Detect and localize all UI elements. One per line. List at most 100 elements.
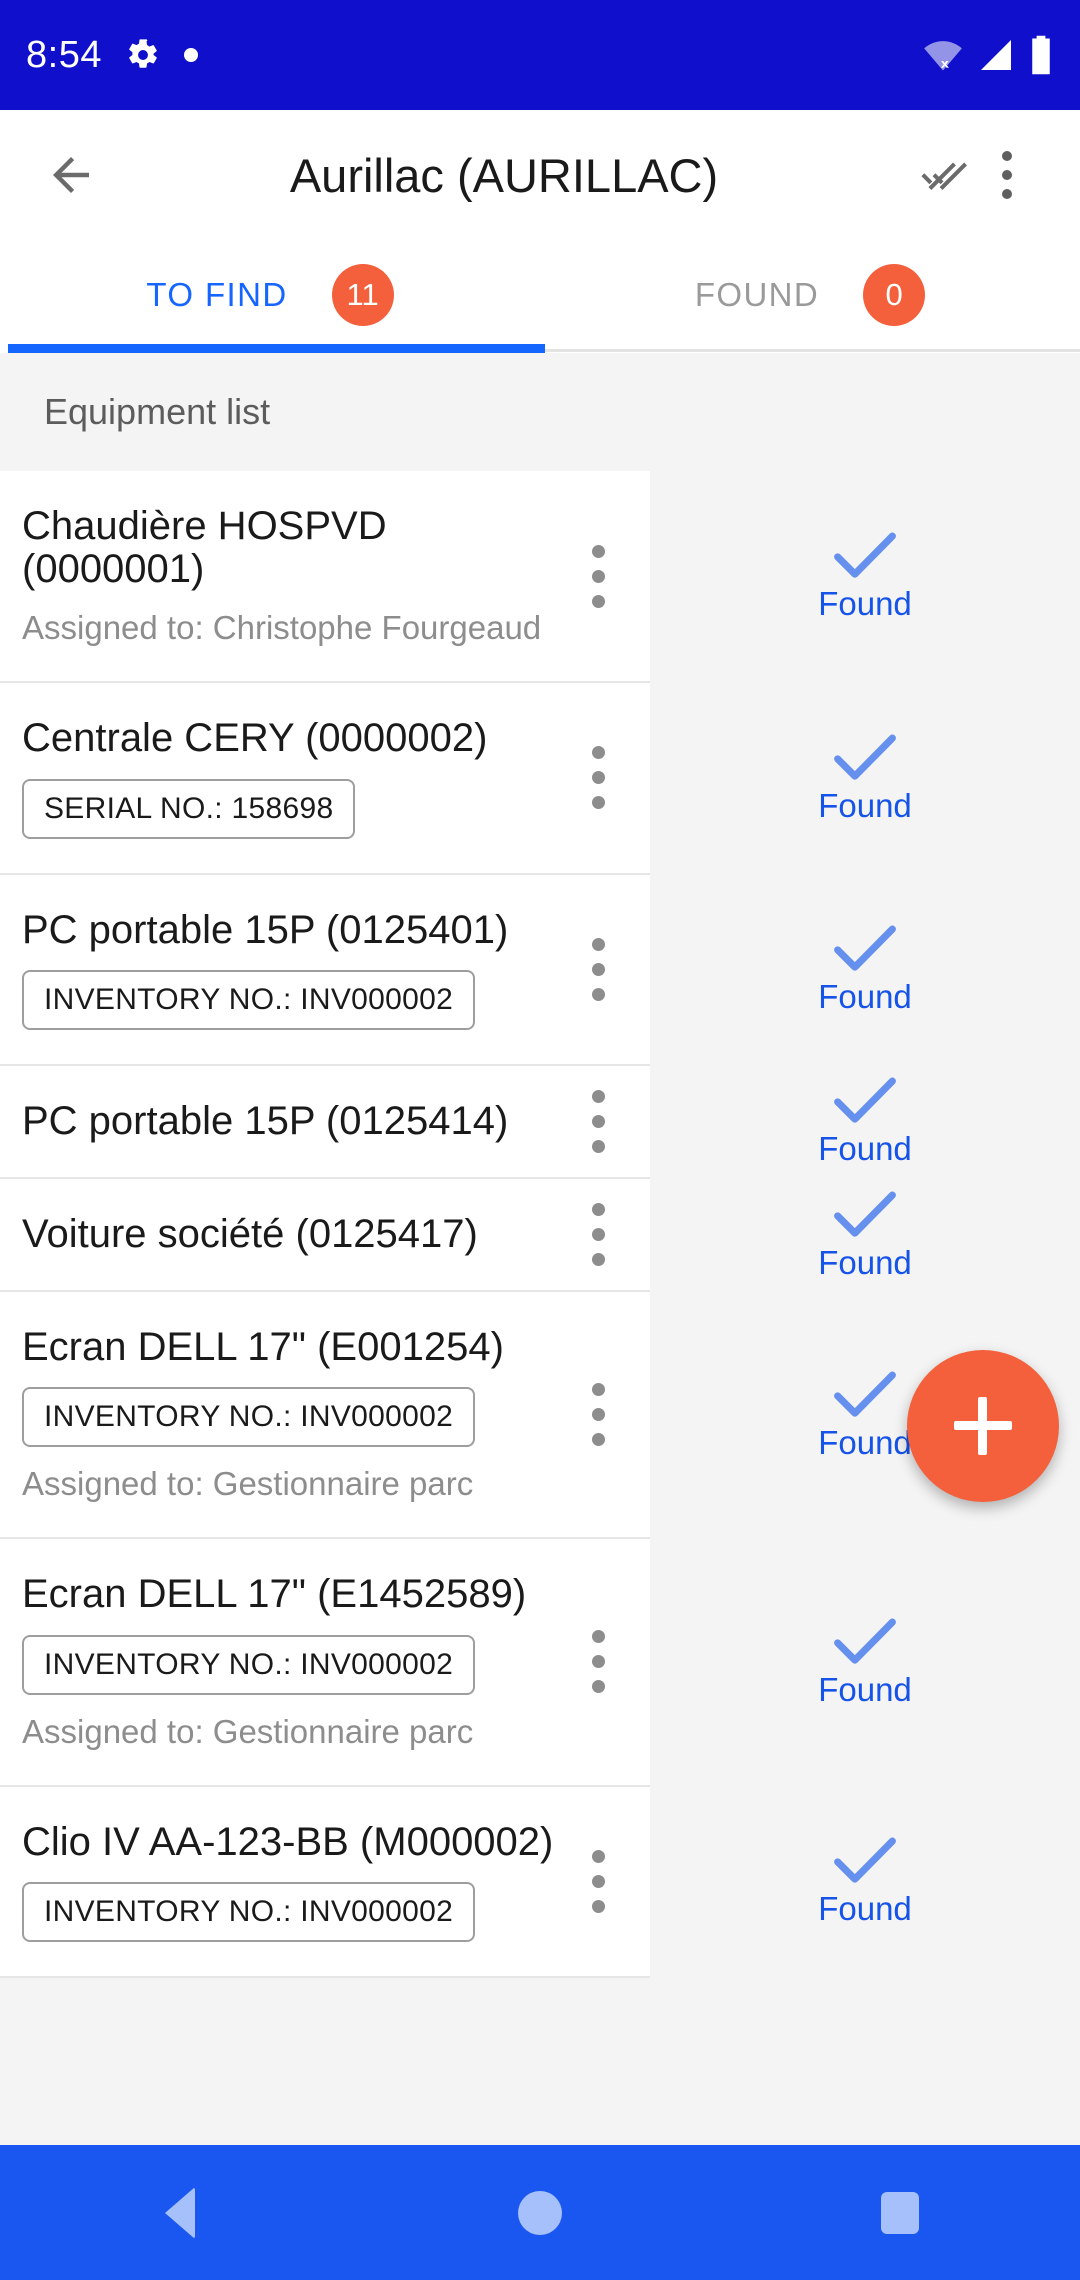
equipment-card[interactable]: Voiture société (0125417): [0, 1178, 650, 1293]
equipment-card-body: Ecran DELL 17" (E001254) INVENTORY NO.: I…: [22, 1292, 568, 1537]
equipment-card-body: Chaudière HOSPVD (0000001) Assigned to: C…: [22, 471, 568, 681]
mark-found-button[interactable]: Found: [650, 683, 1080, 875]
kebab-dot: [591, 1228, 605, 1242]
add-button[interactable]: [907, 1350, 1059, 1502]
kebab-dot: [591, 962, 605, 976]
check-icon: [832, 1188, 898, 1240]
equipment-card[interactable]: PC portable 15P (0125401) INVENTORY NO.: …: [0, 874, 650, 1066]
kebab-dot: [591, 937, 605, 951]
back-triangle-icon: [165, 2186, 195, 2239]
equipment-card[interactable]: Clio IV AA-123-BB (M000002) INVENTORY NO.…: [0, 1786, 650, 1978]
kebab-dot: [591, 544, 605, 558]
equipment-assigned-to: Assigned to: Gestionnaire parc: [22, 1465, 474, 1503]
status-bar-left: 8:54: [26, 34, 198, 77]
kebab-dots: [1002, 151, 1012, 199]
kebab-dot: [1002, 189, 1012, 199]
kebab-dot: [591, 1408, 605, 1422]
nav-recents-button[interactable]: [820, 2145, 980, 2280]
equipment-more-vertical-icon[interactable]: [568, 746, 628, 810]
table-row[interactable]: Ecran DELL 17" (E1452589) INVENTORY NO.: …: [0, 1539, 1080, 1787]
found-label: Found: [818, 1130, 912, 1168]
equipment-card-body: PC portable 15P (0125401) INVENTORY NO.: …: [22, 875, 568, 1064]
mark-found-button[interactable]: Found: [650, 1539, 1080, 1787]
check-icon: [832, 529, 898, 581]
found-label: Found: [818, 1890, 912, 1928]
equipment-card-body: Voiture société (0125417): [22, 1179, 568, 1290]
equipment-card-body: PC portable 15P (0125414): [22, 1066, 568, 1177]
found-label: Found: [818, 786, 912, 824]
check-icon: [832, 1368, 898, 1420]
equipment-more-vertical-icon[interactable]: [568, 1849, 628, 1913]
equipment-card[interactable]: Centrale CERY (0000002) SERIAL NO.: 15869…: [0, 683, 650, 875]
kebab-dot: [591, 1849, 605, 1863]
tab-found[interactable]: FOUND 0: [540, 240, 1080, 350]
equipment-card-body: Clio IV AA-123-BB (M000002) INVENTORY NO.…: [22, 1787, 568, 1976]
table-row[interactable]: Chaudière HOSPVD (0000001) Assigned to: C…: [0, 471, 1080, 684]
equipment-card[interactable]: Ecran DELL 17" (E001254) INVENTORY NO.: I…: [0, 1292, 650, 1540]
tab-bar: TO FIND 11 FOUND 0: [0, 240, 1080, 350]
cellular-signal-icon: [981, 40, 1011, 70]
page-title: Aurillac (AURILLAC): [289, 148, 719, 202]
more-vertical-icon[interactable]: [978, 146, 1036, 204]
kebab-dot: [591, 1655, 605, 1669]
tab-found-badge: 0: [863, 264, 926, 326]
equipment-list[interactable]: Chaudière HOSPVD (0000001) Assigned to: C…: [0, 471, 1080, 2145]
equipment-title: Voiture société (0125417): [22, 1211, 478, 1256]
tab-active-indicator: [8, 344, 545, 353]
mark-found-button[interactable]: Found: [650, 471, 1080, 684]
plus-icon: [954, 1397, 1012, 1455]
nav-home-button[interactable]: [460, 2145, 620, 2280]
dot-indicator-icon: [183, 48, 198, 62]
equipment-identifier-chip: INVENTORY NO.: INV000002: [22, 1387, 476, 1448]
check-icon: [832, 731, 898, 783]
kebab-dot: [591, 1139, 605, 1153]
wifi-off-icon: [924, 41, 962, 71]
kebab-dot: [591, 1433, 605, 1447]
nav-back-button[interactable]: [100, 2145, 260, 2280]
equipment-more-vertical-icon[interactable]: [568, 544, 628, 608]
mark-found-button[interactable]: Found: [650, 1786, 1080, 1978]
equipment-identifier-chip: SERIAL NO.: 158698: [22, 778, 356, 839]
mark-found-button[interactable]: Found: [650, 1178, 1080, 1293]
found-label: Found: [818, 978, 912, 1016]
kebab-dot: [591, 1114, 605, 1128]
kebab-dot: [591, 1383, 605, 1397]
equipment-more-vertical-icon[interactable]: [568, 1203, 628, 1267]
tab-to-find-label: TO FIND: [146, 276, 288, 313]
gear-icon: [126, 38, 160, 72]
equipment-more-vertical-icon[interactable]: [568, 1383, 628, 1447]
equipment-card[interactable]: Chaudière HOSPVD (0000001) Assigned to: C…: [0, 471, 650, 684]
kebab-dot: [591, 1630, 605, 1644]
check-icon: [832, 1615, 898, 1667]
double-check-icon[interactable]: [920, 146, 978, 204]
equipment-card[interactable]: Ecran DELL 17" (E1452589) INVENTORY NO.: …: [0, 1539, 650, 1787]
found-label: Found: [818, 1423, 912, 1461]
equipment-title: Centrale CERY (0000002): [22, 716, 488, 761]
tab-to-find-badge: 11: [331, 264, 394, 326]
status-bar: 8:54: [0, 0, 1080, 110]
kebab-dot: [591, 987, 605, 1001]
battery-icon: [1032, 35, 1050, 75]
status-bar-right: [922, 34, 1054, 76]
equipment-more-vertical-icon[interactable]: [568, 1630, 628, 1694]
table-row[interactable]: Voiture société (0125417) Found: [0, 1178, 1080, 1293]
kebab-dot: [591, 746, 605, 760]
kebab-dot: [1002, 151, 1012, 161]
equipment-card-body: Ecran DELL 17" (E1452589) INVENTORY NO.: …: [22, 1539, 568, 1784]
tab-to-find[interactable]: TO FIND 11: [0, 240, 540, 350]
mark-found-button[interactable]: Found: [650, 874, 1080, 1066]
table-row[interactable]: PC portable 15P (0125401) INVENTORY NO.: …: [0, 874, 1080, 1066]
equipment-title: Ecran DELL 17" (E1452589): [22, 1572, 527, 1617]
table-row[interactable]: Centrale CERY (0000002) SERIAL NO.: 15869…: [0, 683, 1080, 875]
equipment-title: PC portable 15P (0125401): [22, 907, 509, 952]
equipment-card[interactable]: PC portable 15P (0125414): [0, 1065, 650, 1179]
equipment-identifier-chip: INVENTORY NO.: INV000002: [22, 969, 476, 1030]
equipment-more-vertical-icon[interactable]: [568, 937, 628, 1001]
system-navigation-bar: [0, 2145, 1080, 2280]
table-row[interactable]: PC portable 15P (0125414) Found: [0, 1065, 1080, 1179]
equipment-more-vertical-icon[interactable]: [568, 1089, 628, 1153]
kebab-dot: [591, 771, 605, 785]
mark-found-button[interactable]: Found: [650, 1065, 1080, 1179]
table-row[interactable]: Clio IV AA-123-BB (M000002) INVENTORY NO.…: [0, 1786, 1080, 1978]
tab-found-label: FOUND: [694, 276, 820, 313]
